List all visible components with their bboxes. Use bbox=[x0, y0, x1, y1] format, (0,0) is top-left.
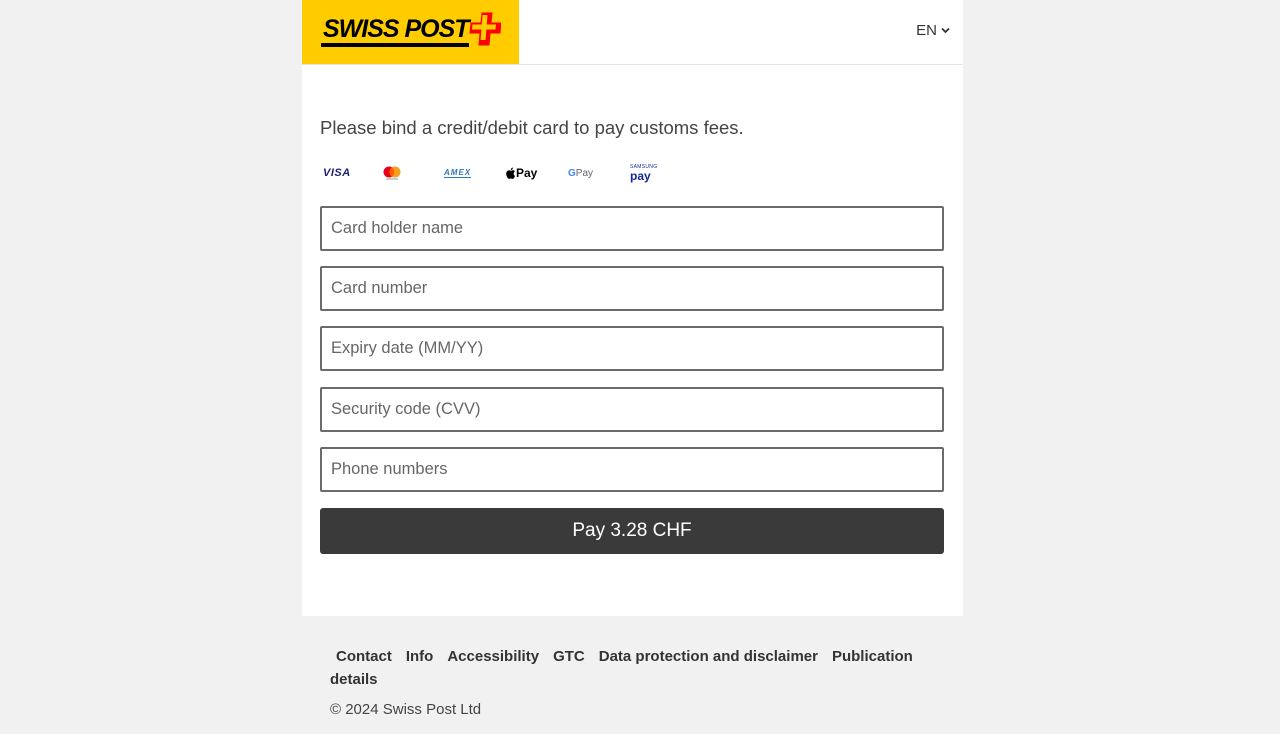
mastercard-icon bbox=[382, 160, 444, 186]
payment-panel: SWISS POST EN Please bind a credit/debit… bbox=[302, 0, 963, 616]
phone-field[interactable] bbox=[320, 447, 944, 492]
footer-link-contact[interactable]: Contact bbox=[336, 648, 392, 665]
expiry-date-input[interactable] bbox=[322, 328, 942, 369]
apple-pay-icon: Pay bbox=[506, 160, 568, 186]
footer-links: Contact Info Accessibility GTC Data protecti… bbox=[330, 645, 940, 691]
samsung-pay-label: pay bbox=[630, 168, 651, 183]
card-holder-input[interactable] bbox=[322, 208, 942, 249]
footer-link-info[interactable]: Info bbox=[406, 648, 434, 665]
language-label: EN bbox=[916, 22, 937, 39]
copyright: © 2024 Swiss Post Ltd bbox=[330, 701, 482, 718]
visa-icon: VISA bbox=[320, 160, 382, 186]
apple-pay-label: Pay bbox=[516, 166, 538, 180]
google-pay-icon: G Pay bbox=[568, 160, 630, 186]
footer-link-accessibility[interactable]: Accessibility bbox=[447, 648, 539, 665]
card-number-input[interactable] bbox=[322, 268, 942, 309]
phone-input[interactable] bbox=[322, 449, 942, 490]
logo-text: SWISS POST bbox=[323, 15, 470, 43]
swiss-post-logo[interactable]: SWISS POST bbox=[302, 0, 519, 64]
samsung-pay-icon: SAMSUNG pay bbox=[630, 160, 692, 186]
footer-link-data-protection[interactable]: Data protection and disclaimer bbox=[599, 648, 818, 665]
card-number-field[interactable] bbox=[320, 266, 944, 311]
logo-underline bbox=[321, 43, 469, 47]
intro-text: Please bind a credit/debit card to pay c… bbox=[320, 117, 744, 138]
amex-label: AMEX bbox=[444, 168, 472, 178]
pay-button[interactable]: Pay 3.28 CHF bbox=[320, 508, 944, 554]
swiss-cross-icon bbox=[469, 12, 501, 46]
payment-brands: VISA AMEX Pay G Pay SAMSUNG pay bbox=[320, 160, 692, 186]
security-code-input[interactable] bbox=[322, 389, 942, 430]
language-selector[interactable]: EN bbox=[916, 22, 950, 39]
footer-link-gtc[interactable]: GTC bbox=[553, 648, 585, 665]
google-g-label: G bbox=[568, 167, 576, 179]
amex-icon: AMEX bbox=[444, 160, 506, 186]
apple-icon bbox=[506, 167, 515, 179]
chevron-down-icon bbox=[941, 27, 950, 34]
security-code-field[interactable] bbox=[320, 387, 944, 432]
visa-label: VISA bbox=[323, 167, 351, 179]
mastercard-logo bbox=[383, 166, 401, 180]
google-pay-label: Pay bbox=[575, 167, 594, 179]
card-holder-field[interactable] bbox=[320, 206, 944, 251]
expiry-date-field[interactable] bbox=[320, 326, 944, 371]
header: SWISS POST EN bbox=[302, 0, 963, 65]
